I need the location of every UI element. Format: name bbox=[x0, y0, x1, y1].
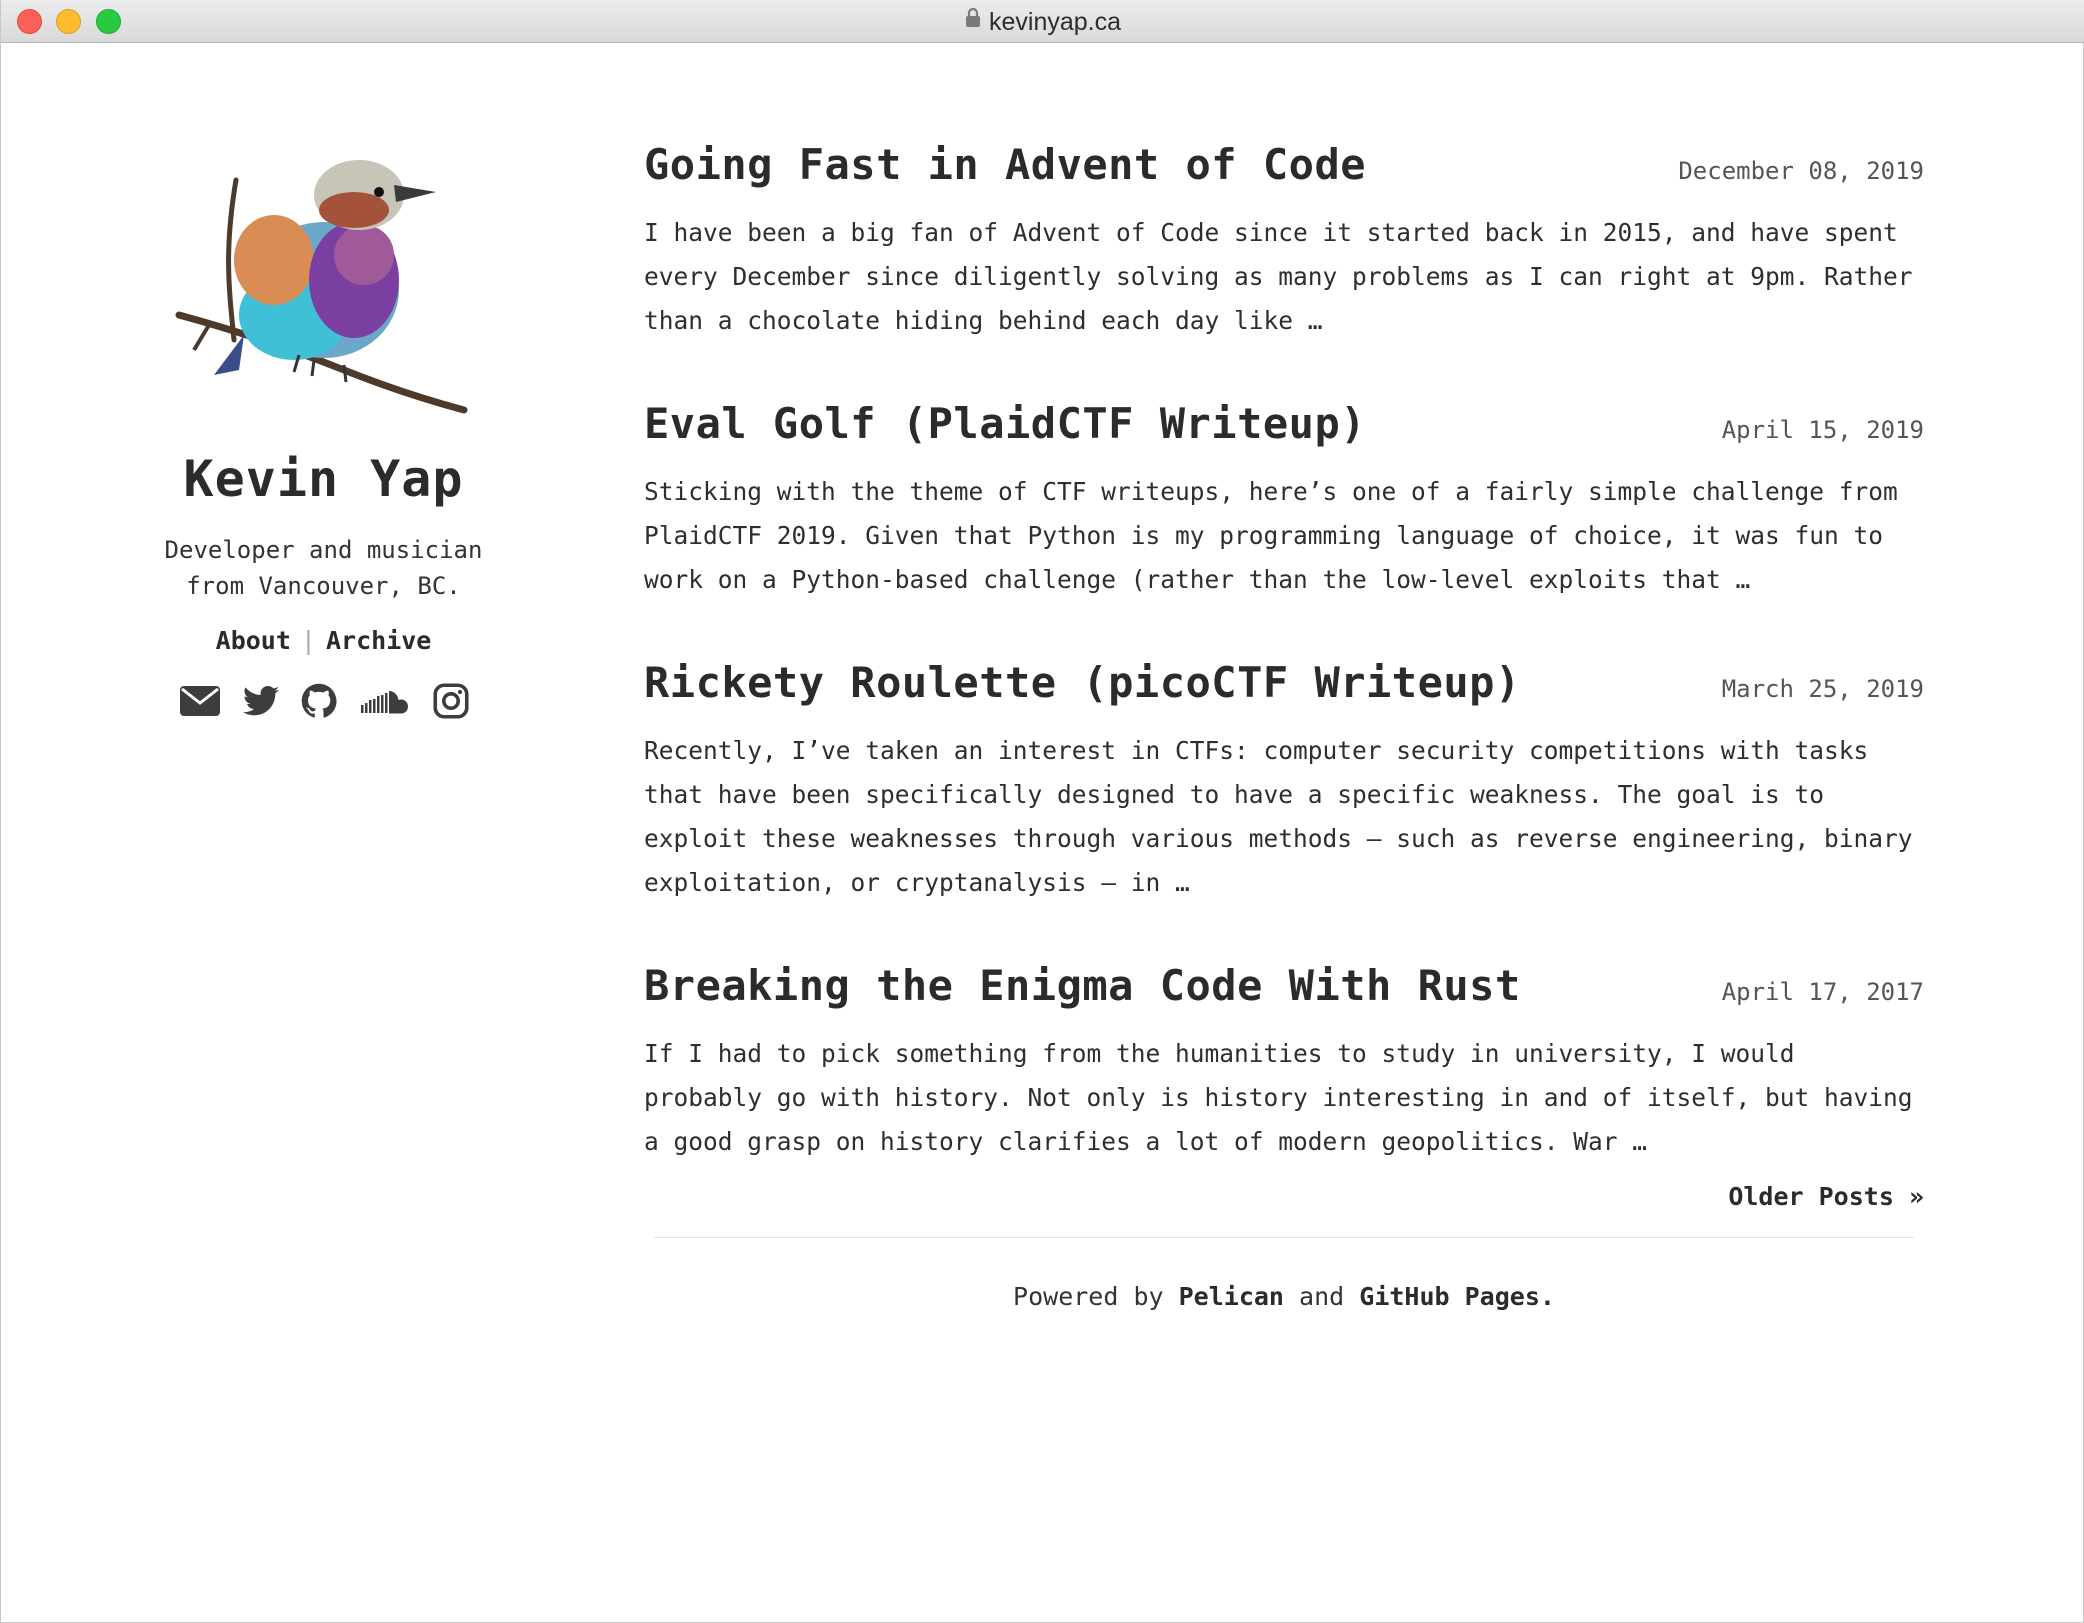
avatar bbox=[175, 160, 467, 414]
post-date: April 17, 2017 bbox=[1721, 978, 1924, 1006]
sidebar-nav: About | Archive bbox=[131, 626, 516, 655]
address-bar[interactable]: kevinyap.ca bbox=[1, 0, 2084, 43]
post-summary: If I had to pick something from the huma… bbox=[644, 1039, 1913, 1156]
github-icon[interactable] bbox=[301, 683, 337, 723]
post-summary: I have been a big fan of Advent of Code … bbox=[644, 218, 1913, 335]
tagline: Developer and musician from Vancouver, B… bbox=[131, 532, 516, 604]
twitter-icon[interactable] bbox=[242, 685, 279, 721]
post-item: Rickety Roulette (picoCTF Writeup) March… bbox=[644, 658, 1924, 905]
github-pages-link[interactable]: GitHub Pages bbox=[1359, 1282, 1540, 1311]
post-summary: Sticking with the theme of CTF writeups,… bbox=[644, 477, 1898, 594]
email-icon[interactable] bbox=[179, 684, 221, 722]
footer-prefix: Powered by bbox=[1013, 1282, 1164, 1311]
footer: Powered by Pelican and GitHub Pages. bbox=[644, 1282, 1924, 1311]
site-name[interactable]: Kevin Yap bbox=[131, 450, 516, 508]
soundcloud-icon[interactable] bbox=[359, 687, 411, 719]
post-title-link[interactable]: Going Fast in Advent of Code bbox=[644, 140, 1366, 189]
older-posts-link[interactable]: Older Posts » bbox=[644, 1182, 1924, 1211]
social-links bbox=[131, 683, 516, 723]
pelican-link[interactable]: Pelican bbox=[1179, 1282, 1284, 1311]
post-item: Eval Golf (PlaidCTF Writeup) April 15, 2… bbox=[644, 399, 1924, 602]
nav-separator: | bbox=[300, 626, 316, 655]
footer-period: . bbox=[1539, 1282, 1555, 1311]
post-title-link[interactable]: Eval Golf (PlaidCTF Writeup) bbox=[644, 399, 1366, 448]
post-date: March 25, 2019 bbox=[1721, 675, 1924, 703]
post-item: Breaking the Enigma Code With Rust April… bbox=[644, 961, 1924, 1164]
post-title-link[interactable]: Rickety Roulette (picoCTF Writeup) bbox=[644, 658, 1521, 707]
title-bar: kevinyap.ca bbox=[1, 0, 2084, 43]
post-list: Going Fast in Advent of Code December 08… bbox=[644, 140, 1924, 1311]
browser-window: kevinyap.ca Kevin Yap Developer and musi… bbox=[0, 0, 2084, 1623]
nav-about-link[interactable]: About bbox=[216, 626, 291, 655]
tagline-line-1: Developer and musician bbox=[164, 536, 483, 564]
lock-icon bbox=[965, 0, 981, 42]
footer-divider bbox=[654, 1237, 1914, 1238]
post-date: December 08, 2019 bbox=[1678, 157, 1924, 185]
instagram-icon[interactable] bbox=[432, 683, 469, 723]
post-item: Going Fast in Advent of Code December 08… bbox=[644, 140, 1924, 343]
tagline-line-2: from Vancouver, BC. bbox=[186, 572, 461, 600]
nav-archive-link[interactable]: Archive bbox=[326, 626, 431, 655]
post-title-link[interactable]: Breaking the Enigma Code With Rust bbox=[644, 961, 1521, 1010]
post-summary: Recently, I’ve taken an interest in CTFs… bbox=[644, 736, 1913, 897]
url-text: kevinyap.ca bbox=[988, 8, 1122, 36]
footer-and: and bbox=[1299, 1282, 1345, 1311]
post-date: April 15, 2019 bbox=[1721, 416, 1924, 444]
sidebar: Kevin Yap Developer and musician from Va… bbox=[131, 140, 516, 723]
